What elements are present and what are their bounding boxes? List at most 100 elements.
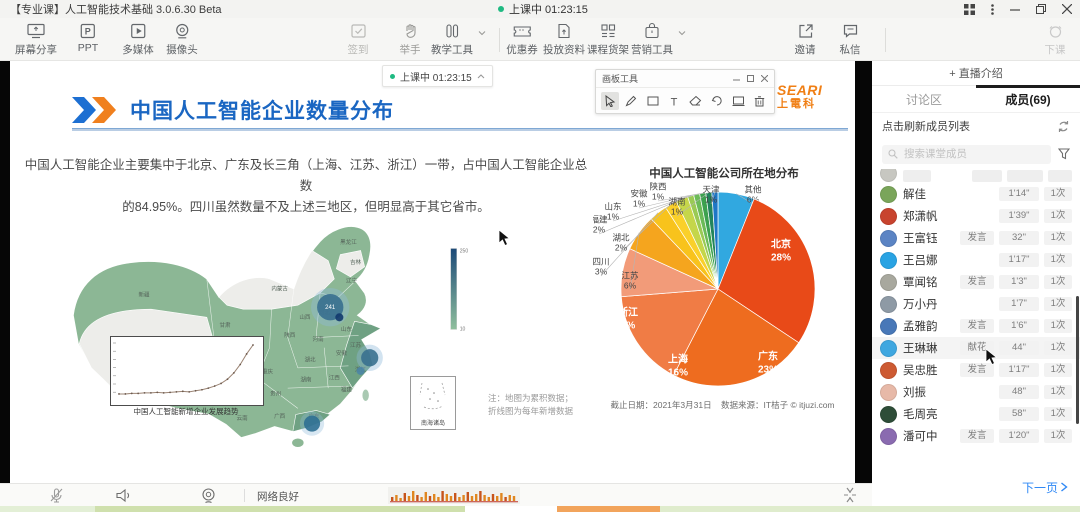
svg-text:天津: 天津 — [702, 184, 720, 194]
talk-time-badge: 48" — [999, 385, 1039, 399]
member-avatar — [880, 406, 897, 423]
talk-time-badge: 1'39" — [999, 209, 1039, 223]
tab-members[interactable]: 成员(69) — [976, 86, 1080, 112]
svg-text:T: T — [671, 96, 678, 107]
panel-minimize-icon[interactable] — [733, 75, 740, 82]
select-tool[interactable] — [601, 92, 619, 110]
course-shelf-button[interactable]: 课程货架 — [587, 22, 629, 57]
refresh-members-row[interactable]: 点击刷新成员列表 — [872, 113, 1080, 139]
more-menu-button[interactable] — [991, 4, 994, 15]
marketing-caret-icon[interactable] — [678, 30, 686, 36]
restore-button[interactable] — [1036, 4, 1046, 14]
toolbar-divider — [499, 28, 500, 52]
member-search-box[interactable] — [882, 145, 1051, 164]
end-class-button[interactable]: 下课 — [1045, 22, 1066, 57]
undo-tool[interactable] — [708, 92, 726, 110]
panel-close-icon[interactable] — [761, 75, 768, 82]
legend-min-label: 10 — [460, 326, 466, 332]
member-row[interactable]: 吴忠胜发言1'17"1次 — [872, 359, 1080, 381]
webcam-icon[interactable] — [200, 487, 217, 504]
camera-button[interactable]: 摄像头 — [166, 22, 198, 57]
svg-text:江西: 江西 — [329, 374, 341, 381]
webcam-icon — [173, 22, 191, 40]
beijing-bubble-value: 241 — [325, 305, 336, 311]
member-list-scrollbar[interactable] — [1076, 296, 1079, 424]
count-badge: 1次 — [1044, 385, 1072, 399]
member-row[interactable]: 覃闻铭发言1'3"1次 — [872, 271, 1080, 293]
media-button[interactable]: 多媒体 — [122, 22, 154, 57]
screen-share-button[interactable]: 屏幕分享 — [15, 22, 57, 57]
talk-time-badge: 1'17" — [999, 363, 1039, 377]
member-row[interactable]: 王富钰发言32"1次 — [872, 227, 1080, 249]
push-materials-button[interactable]: 投放资料 — [543, 22, 585, 57]
member-row[interactable]: 王吕娜1'17"1次 — [872, 249, 1080, 271]
text-tool[interactable]: T — [665, 92, 683, 110]
member-avatar — [880, 384, 897, 401]
teaching-tools-button[interactable]: 教学工具 — [431, 22, 473, 57]
svg-text:福建: 福建 — [341, 386, 353, 394]
ppt-button[interactable]: P PPT — [78, 22, 98, 54]
clear-tool[interactable] — [751, 92, 769, 110]
svg-text:河南: 河南 — [313, 335, 325, 343]
svg-text:四川: 四川 — [593, 256, 610, 266]
live-dot-icon — [390, 74, 395, 79]
direct-message-button[interactable]: 私信 — [840, 22, 861, 57]
minimize-button[interactable] — [1010, 4, 1020, 14]
collapse-bar-icon[interactable] — [842, 487, 858, 503]
invite-button[interactable]: 邀请 — [795, 22, 816, 57]
collapse-chevron-icon[interactable] — [477, 74, 485, 79]
member-row[interactable]: 刘振48"1次 — [872, 381, 1080, 403]
panel-restore-icon[interactable] — [747, 75, 754, 82]
member-row[interactable]: 解佳1'14"1次 — [872, 183, 1080, 205]
nanhai-inset: 南海诸岛 — [410, 376, 456, 430]
teaching-tools-icon — [443, 22, 461, 40]
member-row[interactable]: 孟雅韵发言1'6"1次 — [872, 315, 1080, 337]
svg-text:安徽: 安徽 — [336, 349, 348, 357]
slide-canvas: 上课中 01:23:15 画板工具 — [10, 61, 855, 483]
toolbar: 屏幕分享 P PPT 多媒体 摄像头 签到 举手 教学工具 优惠券 投放资料 课… — [0, 18, 1080, 61]
eraser-tool[interactable] — [687, 92, 705, 110]
speak-badge — [960, 253, 994, 267]
svg-text:1%: 1% — [633, 198, 646, 208]
member-row[interactable]: 潘可中发言1'20"1次 — [872, 425, 1080, 447]
bottom-strip — [0, 506, 1080, 512]
marketing-tools-button[interactable]: 营销工具 — [631, 22, 673, 57]
trend-inset-chart — [110, 336, 264, 406]
filter-icon[interactable] — [1058, 148, 1070, 160]
speak-badge — [960, 187, 994, 201]
layout-grid-button[interactable] — [964, 4, 975, 15]
raise-hand-button[interactable]: 举手 — [400, 22, 421, 57]
close-button[interactable] — [1062, 4, 1072, 14]
svg-text:2%: 2% — [615, 242, 628, 252]
pen-tool[interactable] — [622, 92, 640, 110]
class-timer-pill[interactable]: 上课中 01:23:15 — [382, 65, 493, 87]
next-page-link[interactable]: 下一页 — [872, 474, 1080, 506]
count-badge: 1次 — [1044, 253, 1072, 267]
svg-text:安徽: 安徽 — [630, 188, 648, 198]
member-row[interactable]: 王琳琳献花44"1次 — [872, 337, 1080, 359]
teaching-tools-caret-icon[interactable] — [478, 30, 486, 36]
member-search-input[interactable] — [902, 147, 1016, 161]
count-badge: 1次 — [1044, 209, 1072, 223]
member-row[interactable]: 毛周亮58"1次 — [872, 403, 1080, 425]
member-row-partial[interactable] — [872, 169, 1080, 183]
svg-text:上海: 上海 — [668, 353, 688, 366]
member-row[interactable]: 万小丹1'7"1次 — [872, 293, 1080, 315]
tab-discussion[interactable]: 讨论区 — [872, 86, 976, 112]
sign-in-button[interactable]: 签到 — [348, 22, 369, 57]
sign-in-icon — [349, 22, 367, 40]
speaker-icon[interactable] — [115, 487, 133, 504]
refresh-icon[interactable] — [1057, 120, 1070, 133]
board-tool[interactable] — [730, 92, 748, 110]
toolbar-divider — [885, 28, 886, 52]
live-intro-tab[interactable]: + 直播介绍 — [872, 61, 1080, 86]
svg-text:湖北: 湖北 — [304, 355, 316, 363]
svg-text:P: P — [85, 27, 91, 37]
microphone-muted-icon[interactable] — [48, 487, 65, 504]
coupon-button[interactable]: 优惠券 — [506, 22, 538, 57]
map-legend: 250 10 — [451, 249, 469, 333]
svg-text:内蒙古: 内蒙古 — [271, 284, 288, 292]
member-row[interactable]: 郑潇帆1'39"1次 — [872, 205, 1080, 227]
whiteboard-panel[interactable]: 画板工具 T — [595, 69, 775, 114]
rect-tool[interactable] — [644, 92, 662, 110]
